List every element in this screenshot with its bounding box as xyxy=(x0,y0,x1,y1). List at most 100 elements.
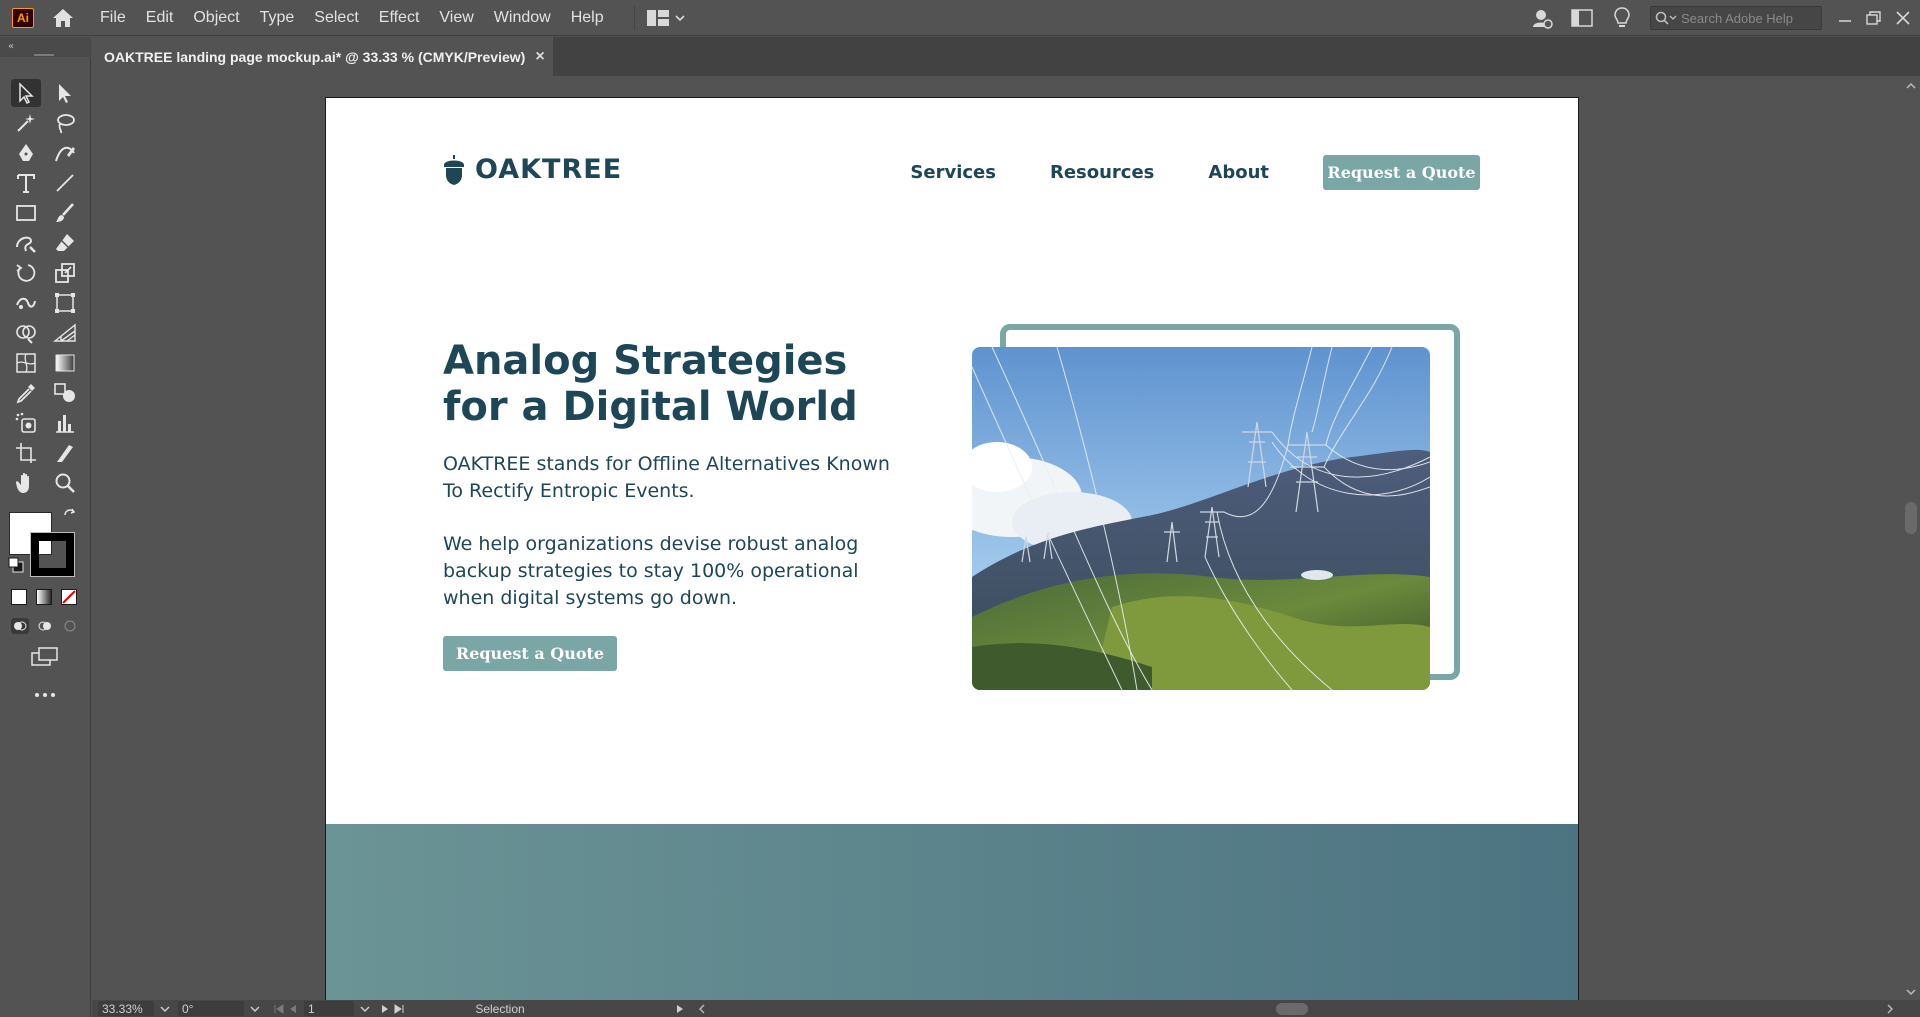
search-input[interactable]: Search Adobe Help xyxy=(1650,6,1822,30)
paintbrush-tool-icon[interactable] xyxy=(50,199,80,227)
rotate-tool-icon[interactable] xyxy=(11,259,41,287)
status-menu-icon[interactable] xyxy=(674,1004,686,1014)
menu-window[interactable]: Window xyxy=(484,0,561,36)
svg-text:«: « xyxy=(8,41,14,52)
blend-tool-icon[interactable] xyxy=(50,379,80,407)
eraser-tool-icon[interactable] xyxy=(50,229,80,257)
vertical-scroll-thumb[interactable] xyxy=(1905,502,1917,534)
rectangle-tool-icon[interactable] xyxy=(11,199,41,227)
scale-tool-icon[interactable] xyxy=(50,259,80,287)
draw-inside-icon[interactable] xyxy=(60,617,80,640)
zoom-tool-icon[interactable] xyxy=(50,469,80,497)
scroll-left-icon[interactable] xyxy=(696,1004,708,1014)
close-tab-icon[interactable]: × xyxy=(535,48,544,66)
nav-request-quote-button[interactable]: Request a Quote xyxy=(1323,155,1480,190)
symbol-sprayer-tool-icon[interactable] xyxy=(11,409,41,437)
draw-behind-icon[interactable] xyxy=(35,617,55,640)
stroke-swatch[interactable] xyxy=(30,532,75,577)
type-tool-icon[interactable] xyxy=(11,169,41,197)
rotation-value: 0° xyxy=(182,1001,194,1016)
last-artboard-icon[interactable] xyxy=(392,1003,406,1014)
close-window-icon[interactable] xyxy=(1896,11,1910,25)
artboard-tool-icon[interactable] xyxy=(11,439,41,467)
mesh-tool-icon[interactable] xyxy=(11,349,41,377)
perspective-grid-tool-icon[interactable] xyxy=(50,319,80,347)
top-right-controls: Search Adobe Help xyxy=(1522,0,1920,36)
menu-type[interactable]: Type xyxy=(250,0,305,36)
draw-normal-icon[interactable] xyxy=(10,617,30,640)
lasso-tool-icon[interactable] xyxy=(50,109,80,137)
user-icon[interactable] xyxy=(1528,4,1556,32)
scroll-right-icon[interactable] xyxy=(1884,1004,1896,1014)
color-mode-icon[interactable] xyxy=(11,589,27,605)
next-artboard-icon[interactable] xyxy=(378,1004,392,1014)
home-icon[interactable] xyxy=(48,3,78,33)
column-graph-tool-icon[interactable] xyxy=(50,409,80,437)
none-mode-icon[interactable] xyxy=(61,589,77,610)
logo-text: OAKTREE xyxy=(475,154,623,185)
selection-tool-icon[interactable] xyxy=(11,79,41,107)
artboard-number-field[interactable]: 1 xyxy=(304,1001,354,1016)
curvature-tool-icon[interactable] xyxy=(50,139,80,167)
menu-view[interactable]: View xyxy=(429,0,483,36)
menu-object[interactable]: Object xyxy=(183,0,249,36)
current-tool-label: Selection xyxy=(475,1001,525,1016)
document-tab-title: OAKTREE landing page mockup.ai* @ 33.33 … xyxy=(104,48,526,65)
rotation-field[interactable]: 0° xyxy=(178,1001,244,1016)
tools-panel: « xyxy=(0,37,91,1017)
document-tab[interactable]: OAKTREE landing page mockup.ai* @ 33.33 … xyxy=(93,37,553,76)
status-bar: 33.33% 0° 1 Selection xyxy=(92,1000,1920,1017)
gradient-tool-icon[interactable] xyxy=(50,349,80,377)
artboard[interactable]: OAKTREE Services Resources About Request… xyxy=(325,97,1579,1001)
nav-link-about[interactable]: About xyxy=(1208,162,1269,183)
restore-icon[interactable] xyxy=(1866,11,1882,25)
swap-fill-stroke-icon[interactable] xyxy=(62,507,78,528)
minimize-icon[interactable] xyxy=(1838,11,1852,25)
acorn-icon xyxy=(444,154,464,185)
scroll-down-icon[interactable] xyxy=(1902,985,1920,999)
default-fill-stroke-icon[interactable] xyxy=(8,557,24,578)
artboard-dropdown-icon[interactable] xyxy=(358,1004,372,1014)
horizontal-scrollbar[interactable] xyxy=(716,1002,1876,1015)
layout-icon xyxy=(646,9,669,26)
line-tool-icon[interactable] xyxy=(50,169,80,197)
hero-request-quote-button[interactable]: Request a Quote xyxy=(443,636,617,671)
menu-file[interactable]: File xyxy=(90,0,136,36)
direct-selection-tool-icon[interactable] xyxy=(50,79,80,107)
workspace-switcher[interactable] xyxy=(633,5,685,30)
puppet-warp-tool-icon[interactable] xyxy=(11,289,41,317)
slice-tool-icon[interactable] xyxy=(50,439,80,467)
gradient-mode-icon[interactable] xyxy=(36,589,52,605)
magic-wand-tool-icon[interactable] xyxy=(11,109,41,137)
more-tools-icon[interactable] xyxy=(33,687,57,705)
horizontal-scroll-thumb[interactable] xyxy=(1276,1002,1308,1015)
screen-mode-icon[interactable] xyxy=(31,647,61,672)
menu-edit[interactable]: Edit xyxy=(136,0,184,36)
scroll-up-icon[interactable] xyxy=(1902,79,1920,93)
eyedropper-tool-icon[interactable] xyxy=(11,379,41,407)
rotation-dropdown-icon[interactable] xyxy=(248,1004,262,1014)
menu-select[interactable]: Select xyxy=(304,0,368,36)
shape-builder-tool-icon[interactable] xyxy=(11,319,41,347)
shaper-tool-icon[interactable] xyxy=(11,229,41,257)
lightbulb-icon[interactable] xyxy=(1608,4,1636,32)
zoom-field[interactable]: 33.33% xyxy=(98,1001,154,1016)
nav-link-resources[interactable]: Resources xyxy=(1050,162,1154,183)
current-tool-field: Selection xyxy=(420,1001,580,1016)
pen-tool-icon[interactable] xyxy=(11,139,41,167)
nav-link-services[interactable]: Services xyxy=(910,162,996,183)
hand-tool-icon[interactable] xyxy=(11,469,41,497)
panel-grip[interactable]: « xyxy=(0,37,91,57)
zoom-dropdown-icon[interactable] xyxy=(158,1004,172,1014)
oaktree-logo: OAKTREE xyxy=(443,154,622,185)
pasteboard: OAKTREE Services Resources About Request… xyxy=(92,77,1902,1001)
previous-artboard-icon[interactable] xyxy=(286,1004,300,1014)
free-transform-tool-icon[interactable] xyxy=(50,289,80,317)
menu-help[interactable]: Help xyxy=(561,0,614,36)
panel-toggle-icon[interactable] xyxy=(1568,4,1596,32)
vertical-scrollbar[interactable] xyxy=(1902,77,1920,1001)
first-artboard-icon[interactable] xyxy=(272,1003,286,1014)
menu-effect[interactable]: Effect xyxy=(369,0,430,36)
zoom-value: 33.33% xyxy=(102,1001,143,1016)
site-nav: Services Resources About Request a Quote xyxy=(910,155,1480,190)
